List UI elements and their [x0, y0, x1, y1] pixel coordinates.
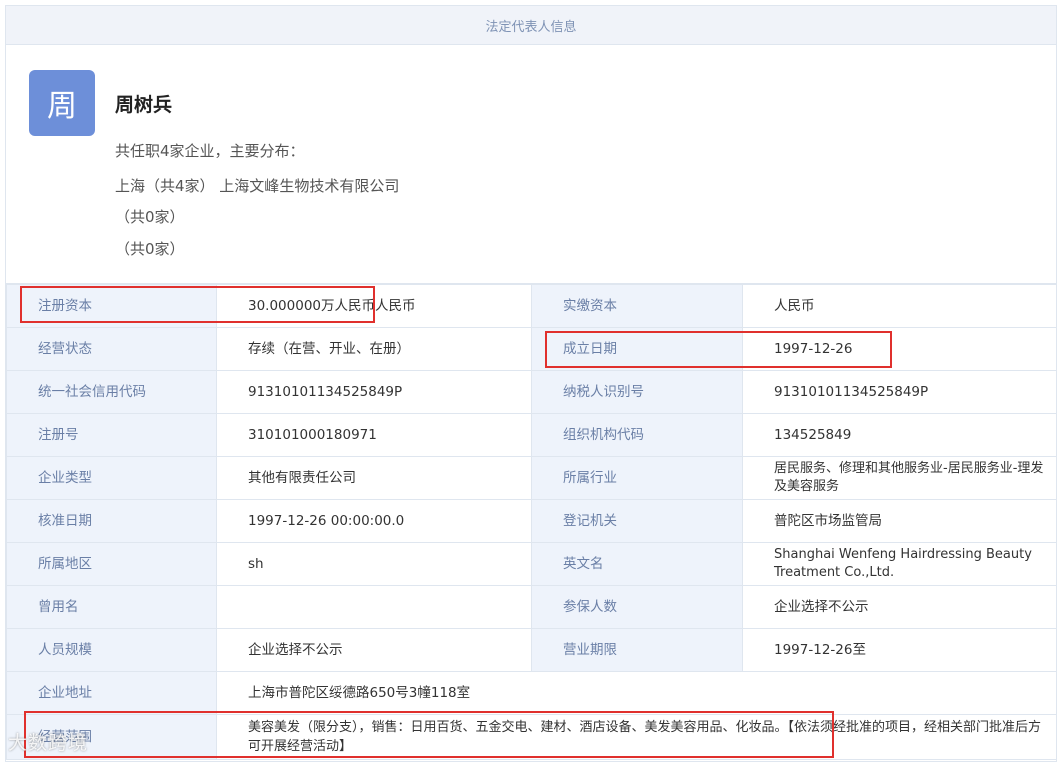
label-region: 所属地区 — [6, 542, 217, 586]
value-credit-code: 91310101134525849P — [216, 370, 532, 414]
table-row: 企业类型 其他有限责任公司 所属行业 居民服务、修理和其他服务业-居民服务业-理… — [6, 456, 1057, 500]
label-credit-code: 统一社会信用代码 — [6, 370, 217, 414]
value-org-code: 134525849 — [742, 413, 1057, 457]
table-row: 核准日期 1997-12-26 00:00:00.0 登记机关 普陀区市场监管局 — [6, 499, 1057, 543]
value-operating-status: 存续（在营、开业、在册） — [216, 327, 532, 371]
value-business-term: 1997-12-26至 — [742, 628, 1057, 672]
distribution-line-1[interactable]: 上海（共4家） 上海文峰生物技术有限公司 — [115, 175, 399, 196]
label-former-name: 曾用名 — [6, 585, 217, 629]
company-info-table: 注册资本 30.000000万人民币人民币 实缴资本 人民币 经营状态 存续（在… — [6, 284, 1057, 760]
value-industry: 居民服务、修理和其他服务业-居民服务业-理发及美容服务 — [742, 456, 1057, 500]
label-english-name: 英文名 — [531, 542, 743, 586]
table-row: 企业地址 上海市普陀区绥德路650号3幢118室 — [6, 671, 1057, 715]
value-registration-number: 310101000180971 — [216, 413, 532, 457]
value-former-name — [216, 585, 532, 629]
distribution-line-2: （共0家） — [115, 208, 185, 226]
label-company-type: 企业类型 — [6, 456, 217, 500]
label-approval-date: 核准日期 — [6, 499, 217, 543]
table-row: 所属地区 sh 英文名 Shanghai Wenfeng Hairdressin… — [6, 542, 1057, 586]
label-staff-size: 人员规模 — [6, 628, 217, 672]
person-summary: 共任职4家企业，主要分布： — [115, 142, 305, 160]
person-card: 周 周树兵 共任职4家企业，主要分布： 上海（共4家） 上海文峰生物技术有限公司… — [6, 45, 1056, 284]
value-staff-size: 企业选择不公示 — [216, 628, 532, 672]
table-row: 经营状态 存续（在营、开业、在册） 成立日期 1997-12-26 — [6, 327, 1057, 371]
legal-representative-panel: 法定代表人信息 周 周树兵 共任职4家企业，主要分布： 上海（共4家） 上海文峰… — [5, 5, 1057, 762]
table-row: 人员规模 企业选择不公示 营业期限 1997-12-26至 — [6, 628, 1057, 672]
value-paid-capital: 人民币 — [742, 284, 1057, 328]
value-established-date: 1997-12-26 — [742, 327, 1057, 371]
avatar: 周 — [29, 70, 95, 136]
value-company-type: 其他有限责任公司 — [216, 456, 532, 500]
value-address: 上海市普陀区绥德路650号3幢118室 — [216, 671, 1057, 715]
label-established-date: 成立日期 — [531, 327, 743, 371]
label-address: 企业地址 — [6, 671, 217, 715]
distribution-line-3: （共0家） — [115, 240, 185, 258]
label-insured-count: 参保人数 — [531, 585, 743, 629]
value-insured-count: 企业选择不公示 — [742, 585, 1057, 629]
value-business-scope: 美容美发（限分支），销售：日用百货、五金交电、建材、酒店设备、美发美容用品、化妆… — [216, 714, 1057, 760]
table-row: 注册号 310101000180971 组织机构代码 134525849 — [6, 413, 1057, 457]
label-registration-number: 注册号 — [6, 413, 217, 457]
label-paid-capital: 实缴资本 — [531, 284, 743, 328]
label-industry: 所属行业 — [531, 456, 743, 500]
table-row: 注册资本 30.000000万人民币人民币 实缴资本 人民币 — [6, 284, 1057, 328]
table-row: 曾用名 参保人数 企业选择不公示 — [6, 585, 1057, 629]
value-taxpayer-id: 91310101134525849P — [742, 370, 1057, 414]
person-name[interactable]: 周树兵 — [115, 90, 172, 117]
label-operating-status: 经营状态 — [6, 327, 217, 371]
value-approval-date: 1997-12-26 00:00:00.0 — [216, 499, 532, 543]
label-registration-authority: 登记机关 — [531, 499, 743, 543]
label-taxpayer-id: 纳税人识别号 — [531, 370, 743, 414]
label-registered-capital: 注册资本 — [6, 284, 217, 328]
table-row: 经营范围 美容美发（限分支），销售：日用百货、五金交电、建材、酒店设备、美发美容… — [6, 714, 1057, 760]
panel-header: 法定代表人信息 — [6, 6, 1056, 45]
label-business-term: 营业期限 — [531, 628, 743, 672]
value-registration-authority: 普陀区市场监管局 — [742, 499, 1057, 543]
value-registered-capital: 30.000000万人民币人民币 — [216, 284, 532, 328]
label-org-code: 组织机构代码 — [531, 413, 743, 457]
table-row: 统一社会信用代码 91310101134525849P 纳税人识别号 91310… — [6, 370, 1057, 414]
watermark: 大数跨境 — [8, 732, 89, 754]
value-region: sh — [216, 542, 532, 586]
value-english-name: Shanghai Wenfeng Hairdressing Beauty Tre… — [742, 542, 1057, 586]
